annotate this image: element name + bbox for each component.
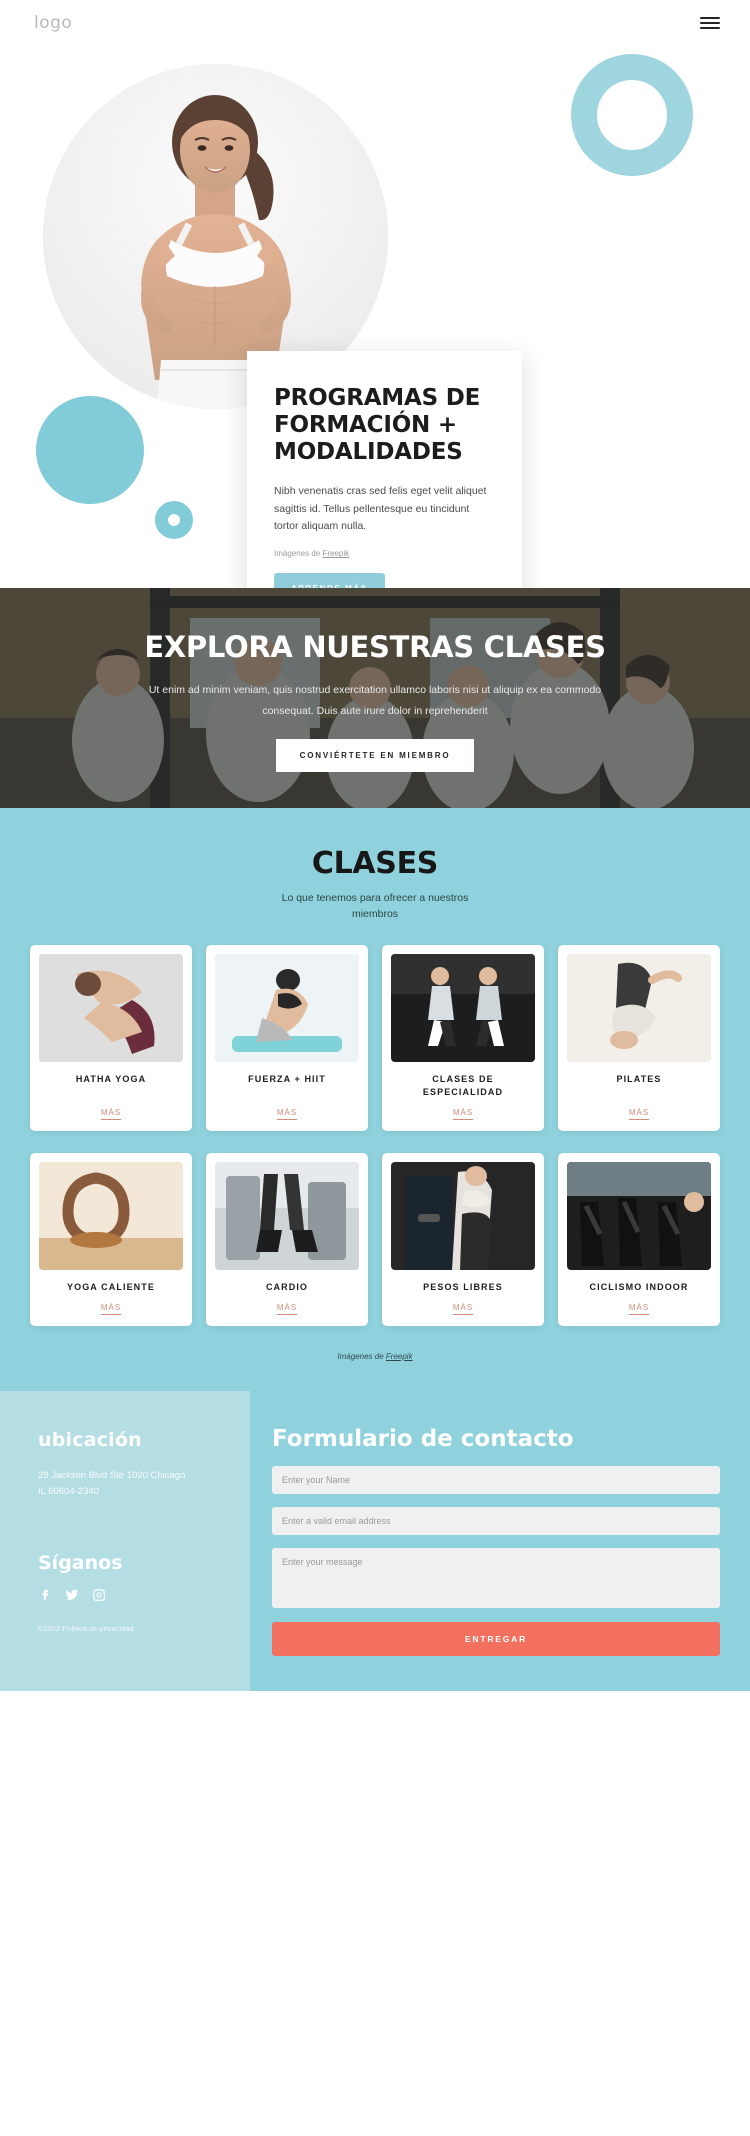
classes-grid-row-2: YOGA CALIENTE MÁS CARDIO MÁS PESOS LIBRE… [0, 1152, 750, 1326]
classes-subtitle: Lo que tenemos para ofrecer a nuestros m… [281, 892, 469, 920]
site-footer: ubicación 28 Jackson Blvd Ste 1020 Chica… [0, 1390, 750, 1691]
logo[interactable]: logo [34, 13, 72, 33]
class-more-link[interactable]: MÁS [39, 1302, 183, 1315]
class-name: FUERZA + HIIT [248, 1073, 326, 1084]
message-field[interactable] [272, 1547, 720, 1608]
banner-paragraph: Ut enim ad minim veniam, quis nostrud ex… [148, 684, 602, 717]
class-more-link[interactable]: MÁS [215, 1302, 359, 1315]
copyright: ©2022 Política de privacidad [38, 1623, 134, 1633]
class-thumbnail [39, 953, 183, 1062]
burger-line [700, 22, 720, 24]
class-card[interactable]: CLASES DE ESPECIALIDAD MÁS [382, 944, 544, 1131]
address-line-2: IL 60604-2340 [38, 1485, 99, 1497]
class-name: PESOS LIBRES [423, 1281, 503, 1292]
class-thumbnail [39, 1161, 183, 1270]
burger-line [700, 27, 720, 29]
class-card[interactable]: FUERZA + HIIT MÁS [206, 944, 368, 1131]
banner-title: EXPLORA NUESTRAS CLASES [144, 630, 606, 665]
class-more-link[interactable]: MÁS [39, 1107, 183, 1120]
class-card[interactable]: CICLISMO INDOOR MÁS [558, 1152, 720, 1326]
class-thumbnail [391, 1161, 535, 1270]
class-card[interactable]: HATHA YOGA MÁS [30, 944, 192, 1131]
class-card[interactable]: CARDIO MÁS [206, 1152, 368, 1326]
credit-link[interactable]: Freepik [386, 1352, 413, 1361]
class-card[interactable]: PILATES MÁS [558, 944, 720, 1131]
social-links [38, 1588, 250, 1602]
become-member-button[interactable]: CONVIÉRTETE EN MIEMBRO [275, 738, 475, 772]
class-more-link[interactable]: MÁS [391, 1302, 535, 1315]
address-line-1: 28 Jackson Blvd Ste 1020 Chicago [38, 1469, 186, 1481]
class-thumbnail [215, 1161, 359, 1270]
facebook-icon[interactable] [38, 1588, 52, 1602]
hero-card: PROGRAMAS DE FORMACIÓN + MODALIDADES Nib… [247, 351, 522, 588]
twitter-icon[interactable] [65, 1588, 79, 1602]
class-more-link[interactable]: MÁS [567, 1302, 711, 1315]
email-field[interactable] [272, 1506, 720, 1535]
name-field[interactable] [272, 1465, 720, 1494]
class-name: HATHA YOGA [75, 1073, 147, 1084]
class-card[interactable]: PESOS LIBRES MÁS [382, 1152, 544, 1326]
hero-paragraph: Nibh venenatis cras sed felis eget velit… [274, 485, 487, 532]
class-card[interactable]: YOGA CALIENTE MÁS [30, 1152, 192, 1326]
address: 28 Jackson Blvd Ste 1020 Chicago IL 6060… [38, 1468, 250, 1500]
footer-info-column: ubicación 28 Jackson Blvd Ste 1020 Chica… [0, 1390, 250, 1691]
hero-title: PROGRAMAS DE FORMACIÓN + MODALIDADES [274, 385, 481, 466]
hero-section: PROGRAMAS DE FORMACIÓN + MODALIDADES Nib… [0, 46, 750, 588]
explore-classes-banner: EXPLORA NUESTRAS CLASES Ut enim ad minim… [0, 588, 750, 808]
classes-title: CLASES [311, 846, 439, 881]
class-more-link[interactable]: MÁS [215, 1107, 359, 1120]
class-name: CICLISMO INDOOR [589, 1281, 689, 1292]
class-thumbnail [567, 1161, 711, 1270]
hero-image-credit: Imágenes de Freepik [274, 549, 494, 558]
location-heading: ubicación [38, 1428, 142, 1451]
classes-section: CLASES Lo que tenemos para ofrecer a nue… [0, 808, 750, 1391]
classes-grid-row-1: HATHA YOGA MÁS FUERZA + HIIT MÁS CLASES … [0, 944, 750, 1131]
learn-more-button[interactable]: APRENDE MÁS [274, 573, 385, 588]
class-name: YOGA CALIENTE [67, 1281, 155, 1292]
class-name: CLASES DE ESPECIALIDAD [422, 1073, 504, 1097]
contact-form-title: Formulario de contacto [272, 1425, 574, 1452]
class-more-link[interactable]: MÁS [567, 1107, 711, 1120]
class-name: PILATES [616, 1073, 662, 1084]
decor-disc [36, 396, 144, 504]
instagram-icon[interactable] [92, 1588, 106, 1602]
submit-button[interactable]: ENTREGAR [272, 1621, 720, 1656]
classes-image-credit: Imágenes de Freepik [0, 1352, 750, 1361]
class-thumbnail [391, 953, 535, 1062]
follow-heading: Síganos [38, 1551, 123, 1574]
credit-prefix: Imágenes de [274, 549, 323, 559]
decor-ring-top [571, 54, 693, 176]
contact-form-column: Formulario de contacto ENTREGAR [250, 1390, 750, 1691]
hamburger-menu-icon[interactable] [700, 14, 720, 32]
class-more-link[interactable]: MÁS [391, 1107, 535, 1120]
burger-line [700, 17, 720, 19]
credit-prefix: Imágenes de [337, 1351, 386, 1361]
site-header: logo [0, 0, 750, 46]
class-name: CARDIO [265, 1281, 309, 1292]
class-thumbnail [215, 953, 359, 1062]
class-thumbnail [567, 953, 711, 1062]
decor-ring-bottom [155, 501, 193, 539]
credit-link[interactable]: Freepik [322, 549, 349, 558]
